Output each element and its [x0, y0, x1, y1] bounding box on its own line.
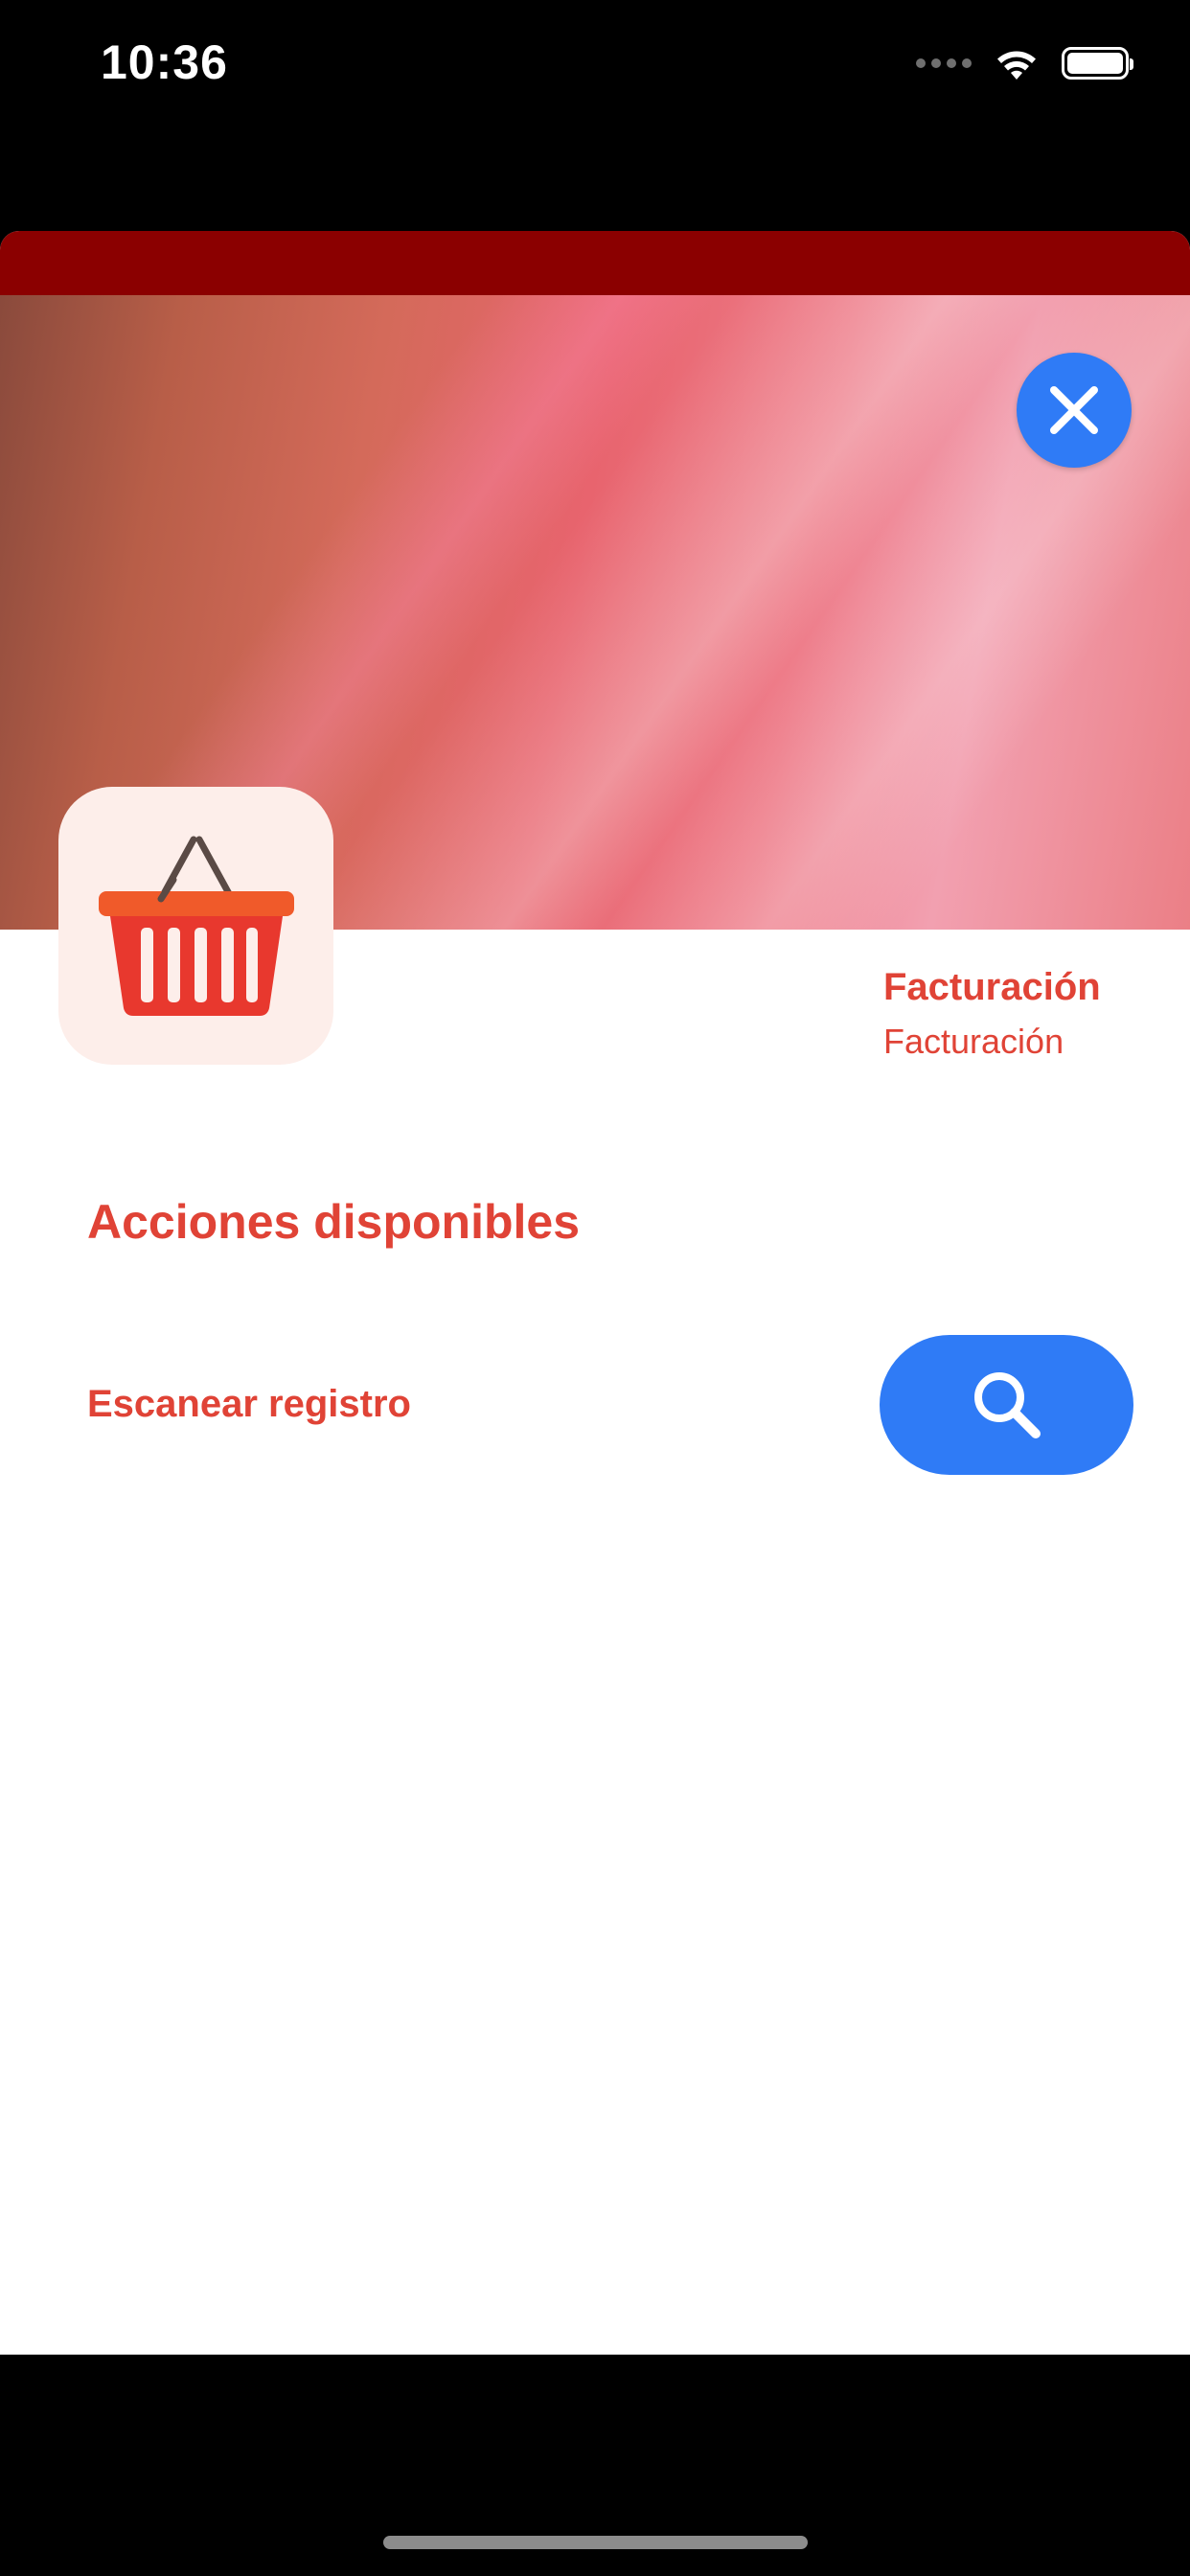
status-icons — [916, 42, 1133, 84]
module-subtitle: Facturación — [883, 1022, 1064, 1061]
shopping-basket-icon — [98, 836, 294, 1016]
status-time: 10:36 — [101, 35, 228, 89]
app-icon — [58, 787, 333, 1065]
home-indicator[interactable] — [383, 2536, 808, 2549]
close-icon — [1050, 386, 1098, 434]
search-icon — [973, 1372, 1041, 1438]
signal-icon — [916, 58, 972, 68]
action-label-scan: Escanear registro — [87, 1383, 411, 1425]
close-button[interactable] — [1017, 353, 1132, 468]
wifi-icon — [997, 51, 1036, 80]
status-bar: 10:36 — [0, 0, 1190, 134]
scan-register-button[interactable] — [880, 1335, 1133, 1475]
detail-sheet: Facturación Facturación Acciones disponi… — [0, 231, 1190, 2355]
section-title: Acciones disponibles — [87, 1195, 581, 1249]
sheet-header-bar — [0, 231, 1190, 295]
battery-icon — [1062, 47, 1133, 80]
module-title: Facturación — [883, 966, 1101, 1008]
